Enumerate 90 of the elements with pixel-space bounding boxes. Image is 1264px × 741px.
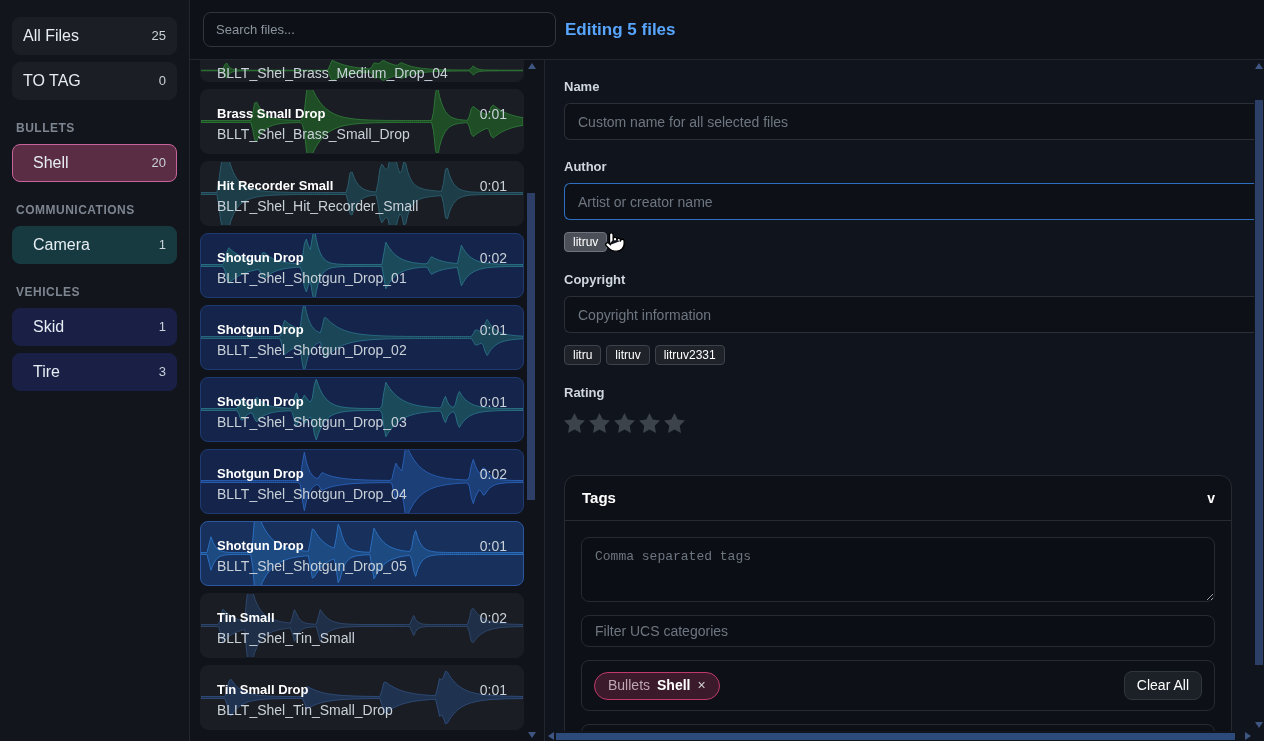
suggestion-chip[interactable]: litruv: [564, 232, 608, 252]
duration-label: 0:01: [479, 393, 507, 411]
file-name: BLLT_Shel_Shotgun_Drop_01: [217, 269, 407, 287]
file-card[interactable]: Tin Small Drop 0:01 BLLT_Shel_Tin_Small_Drop: [200, 665, 524, 730]
file-name: BLLT_Shel_Brass_Medium_Drop_04: [217, 65, 448, 81]
text-field[interactable]: Custom name for all selected files: [564, 103, 1254, 140]
file-name: BLLT_Shel_Brass_Small_Drop: [217, 125, 410, 143]
scroll-down-icon[interactable]: [1255, 722, 1263, 728]
item-count: 0: [158, 72, 166, 91]
file-card[interactable]: Shotgun Drop 0:02 BLLT_Shel_Shotgun_Drop_01: [200, 233, 524, 298]
filter-field[interactable]: Filter UCS categories: [581, 615, 1215, 647]
scroll-right-icon[interactable]: [1245, 732, 1251, 740]
suggestion-chip[interactable]: litruv: [606, 345, 650, 365]
sidebar-item[interactable]: All Files 25: [12, 17, 177, 55]
star-icon[interactable]: [639, 413, 660, 433]
file-name: BLLT_Shel_Shotgun_Drop_02: [217, 341, 407, 359]
file-title: Shotgun Drop: [217, 249, 304, 267]
suggestion-chip[interactable]: litruv2331: [654, 345, 725, 365]
section-heading: COMMUNICATIONS: [15, 202, 135, 218]
file-card[interactable]: Brass Small Drop 0:01 BLLT_Shel_Brass_Small_Drop: [200, 89, 524, 154]
duration-label: 0:01: [479, 681, 507, 699]
file-name: BLLT_Shel_Shotgun_Drop_05: [217, 557, 407, 575]
sidebar-item[interactable]: TO TAG 0: [12, 62, 177, 100]
scroll-up-icon[interactable]: [528, 63, 536, 69]
duration-label: 0:01: [479, 105, 507, 123]
file-name: BLLT_Shel_Shotgun_Drop_03: [217, 413, 407, 431]
file-name: BLLT_Shel_Shotgun_Drop_04: [217, 485, 407, 503]
star-icon[interactable]: [564, 413, 585, 433]
suggestion-chip[interactable]: litru: [564, 345, 602, 365]
tags-textarea[interactable]: Comma separated tags: [581, 537, 1215, 602]
field-label: Author: [564, 160, 607, 174]
duration-label: 0:02: [479, 249, 507, 267]
file-title: Brass Small Drop: [217, 105, 326, 123]
file-name: BLLT_Shel_Hit_Recorder_Small: [217, 197, 419, 215]
clear-all-button[interactable]: Clear All: [1123, 671, 1202, 700]
editor-title: Editing 5 files: [565, 18, 676, 41]
collapse-toggle[interactable]: v: [1207, 487, 1215, 509]
file-card[interactable]: Shotgun Drop 0:01 BLLT_Shel_Shotgun_Drop_03: [200, 377, 524, 442]
remove-button[interactable]: ×: [697, 675, 706, 696]
star-icon[interactable]: [589, 413, 610, 433]
subcategory-label: Shell: [657, 676, 691, 695]
item-count: 20: [151, 154, 166, 173]
file-card[interactable]: Hit Recorder Small 0:01 BLLT_Shel_Hit_Recorder_Small: [200, 161, 524, 226]
scroll-left-icon[interactable]: [548, 732, 554, 740]
file-title: Tin Small Drop: [217, 681, 309, 699]
search-field[interactable]: Search files...: [203, 12, 556, 47]
scrollbar-thumb[interactable]: [527, 193, 535, 500]
file-card[interactable]: Shotgun Drop 0:02 BLLT_Shel_Shotgun_Drop_04: [200, 449, 524, 514]
file-card[interactable]: Shotgun Drop 0:01 BLLT_Shel_Shotgun_Drop_05: [200, 521, 524, 586]
item-count: 1: [158, 236, 166, 255]
file-card[interactable]: Shotgun Drop 0:01 BLLT_Shel_Shotgun_Drop_02: [200, 305, 524, 370]
duration-label: 0:01: [479, 177, 507, 195]
star-icon[interactable]: [614, 413, 635, 433]
scroll-up-icon[interactable]: [1255, 63, 1263, 69]
hand-cursor-icon: [604, 230, 627, 254]
star-icon[interactable]: [664, 413, 685, 433]
file-title: Shotgun Drop: [217, 465, 304, 483]
text-field[interactable]: Artist or creator name: [564, 183, 1254, 220]
file-card[interactable]: Tin Small 0:02 BLLT_Shel_Tin_Small: [200, 593, 524, 658]
file-title: Shotgun Drop: [217, 393, 304, 411]
section-heading: VEHICLES: [15, 284, 80, 300]
item-count: 25: [151, 27, 166, 46]
duration-label: 0:02: [479, 465, 507, 483]
file-title: Shotgun Drop: [217, 537, 304, 555]
file-title: Hit Recorder Small: [217, 177, 334, 195]
scroll-down-icon[interactable]: [528, 732, 536, 738]
duration-label: 0:01: [479, 537, 507, 555]
file-name: BLLT_Shel_Tin_Small_Drop: [217, 701, 393, 719]
sidebar-item[interactable]: Camera 1: [12, 226, 177, 264]
text-field[interactable]: Copyright information: [564, 296, 1254, 333]
file-title: Shotgun Drop: [217, 321, 304, 339]
duration-label: 0:01: [479, 321, 507, 339]
duration-label: 0:02: [479, 609, 507, 627]
scrollbar-thumb[interactable]: [1255, 100, 1263, 665]
field-label: Copyright: [564, 273, 626, 287]
category-label: Bullets: [608, 676, 651, 695]
field-label: Rating: [564, 386, 605, 400]
star-rating[interactable]: [564, 413, 685, 433]
section-heading: BULLETS: [15, 120, 75, 136]
item-count: 1: [158, 318, 166, 337]
sidebar-item[interactable]: Skid 1: [12, 308, 177, 346]
sidebar-item[interactable]: Tire 3: [12, 353, 177, 391]
sidebar-item[interactable]: Shell 20: [12, 144, 177, 182]
file-card[interactable]: BLLT_Shel_Brass_Medium_Drop_04: [200, 60, 524, 82]
section-title: Tags: [582, 487, 616, 508]
item-count: 3: [158, 363, 166, 382]
field-label: Name: [564, 80, 600, 94]
file-name: BLLT_Shel_Tin_Small: [217, 629, 355, 647]
file-title: Tin Small: [217, 609, 275, 627]
scrollbar-thumb[interactable]: [556, 732, 1235, 740]
